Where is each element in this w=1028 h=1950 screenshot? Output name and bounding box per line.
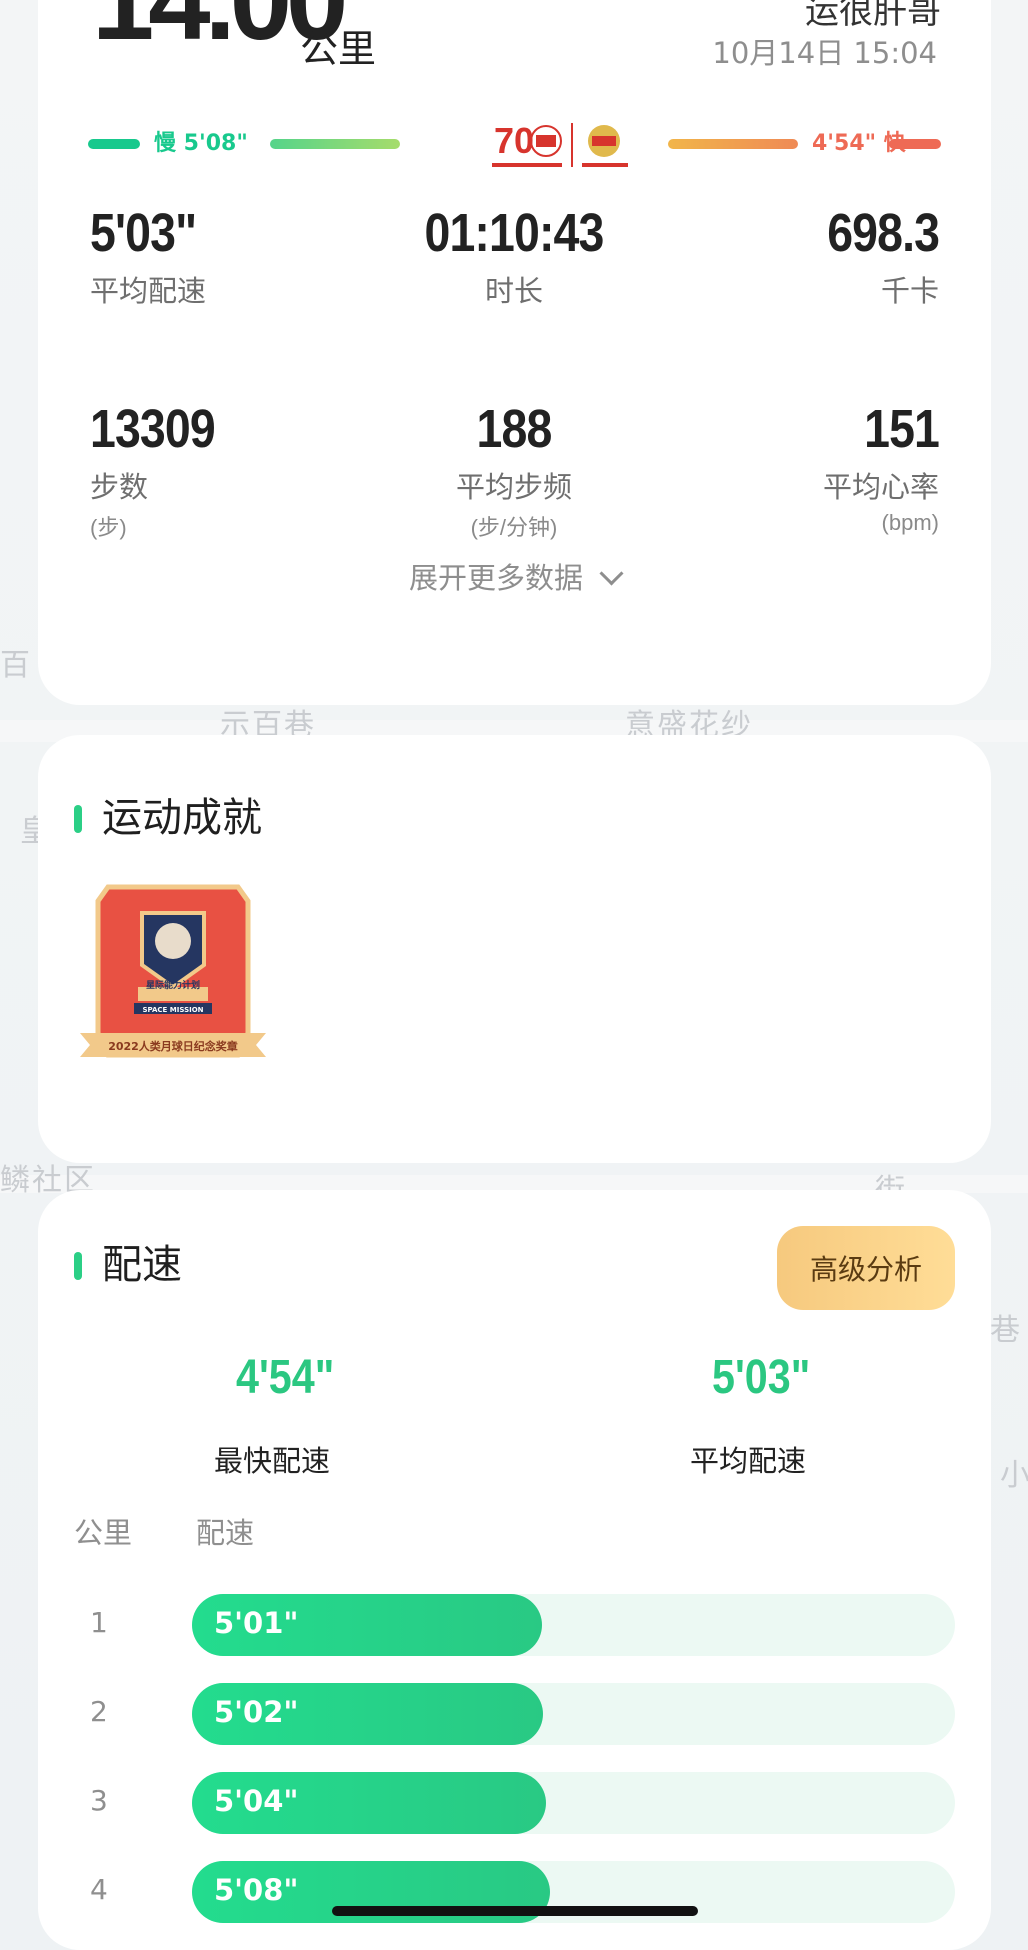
pace-title: 配速 [102,1242,182,1288]
average-pace-value: 5'03" [711,1351,811,1404]
row-pace: 5'02" [214,1695,299,1729]
map-label: 巷 [990,1313,1022,1348]
workout-date: 10月14日 15:04 [712,36,937,70]
chevron-down-icon [599,561,624,586]
stat-value: 188 [476,399,553,459]
map-label: 小 [1000,1458,1028,1493]
stat-heart-rate: 151 平均心率 (bpm) [822,398,940,536]
row-km: 4 [90,1873,108,1906]
stat-average-pace: 5'03" 平均配速 [90,202,214,310]
row-pace: 5'04" [214,1784,299,1818]
stat-value: 13309 [90,399,216,459]
row-km: 1 [90,1606,108,1639]
stat-label: 平均步频 [455,472,572,504]
fastest-pace-value: 4'54" [235,1351,335,1404]
section-marker [74,805,82,833]
expand-more-data-button[interactable]: 展开更多数据 [38,555,991,597]
section-title: 配速 [74,1232,182,1290]
row-pace: 5'08" [214,1873,299,1907]
pace-scale-slow-label: 慢 5'08" [154,131,248,156]
pace-scale-fast-segment [889,139,941,149]
stat-value: 01:10:43 [424,203,604,263]
workout-title: 运很肝哥 [805,0,941,32]
medal-name-text: 2022人类月球日纪念奖章 [108,1039,238,1053]
section-title: 运动成就 [74,785,262,843]
distance-unit: 公里 [300,27,377,71]
row-pace: 5'01" [214,1606,299,1640]
pace-scale-slow-segment [88,139,140,149]
pace-color-scale: 慢 5'08" 70 4'54" 快 [88,115,941,175]
stat-calories: 698.3 千卡 [809,202,940,310]
achievements-title: 运动成就 [102,795,262,841]
pace-row: 2 5'02" [74,1683,955,1745]
stat-label: 时长 [484,276,543,308]
pace-scale-mid-segment [270,139,400,149]
stat-value: 151 [864,399,940,459]
map-label: 百 [0,648,32,683]
stat-cadence: 188 平均步频 (步/分钟) [364,398,664,542]
stat-sub: (步/分钟) [470,515,558,540]
stat-label: 步数 [90,472,149,504]
pace-card: 配速 高级分析 4'54" 最快配速 5'03" 平均配速 公里 配速 1 5'… [38,1190,991,1950]
home-indicator[interactable] [332,1906,698,1916]
stat-steps: 13309 步数 (步) [90,398,235,542]
expand-more-label: 展开更多数据 [408,561,583,595]
medal-ribbon-text: 星际能力计划 [146,979,200,991]
row-km: 2 [90,1695,108,1728]
stat-duration: 01:10:43 时长 [364,202,664,310]
stat-label: 千卡 [880,276,939,308]
stat-label: 平均心率 [822,472,939,504]
medal-subtitle-text: SPACE MISSION [142,1006,203,1014]
column-header-km: 公里 [74,1516,133,1550]
column-header-pace: 配速 [196,1516,255,1550]
average-pace-label: 平均配速 [690,1444,807,1478]
stat-sub: (bpm) [881,510,939,535]
stat-label: 平均配速 [90,276,207,308]
pace-scale-upper-segment [668,139,798,149]
advanced-analysis-button[interactable]: 高级分析 [777,1226,955,1310]
stat-value: 698.3 [827,203,940,263]
stat-value: 5'03" [90,203,197,263]
achievements-card: 运动成就 星际能力计划 SPACE MISSION 2022人类月球日纪念奖章 [38,735,991,1163]
section-marker [74,1252,82,1280]
workout-summary-card: 14.00 公里 运很肝哥 10月14日 15:04 慢 5'08" 70 4'… [38,0,991,705]
svg-text:70: 70 [494,120,534,161]
event-logo: 70 [492,120,628,167]
fastest-pace-label: 最快配速 [214,1444,331,1478]
medal-badge[interactable]: 星际能力计划 SPACE MISSION 2022人类月球日纪念奖章 [78,883,268,1083]
pace-row: 3 5'04" [74,1772,955,1834]
pace-row: 1 5'01" [74,1594,955,1656]
row-km: 3 [90,1784,108,1817]
stat-sub: (步) [90,515,127,540]
